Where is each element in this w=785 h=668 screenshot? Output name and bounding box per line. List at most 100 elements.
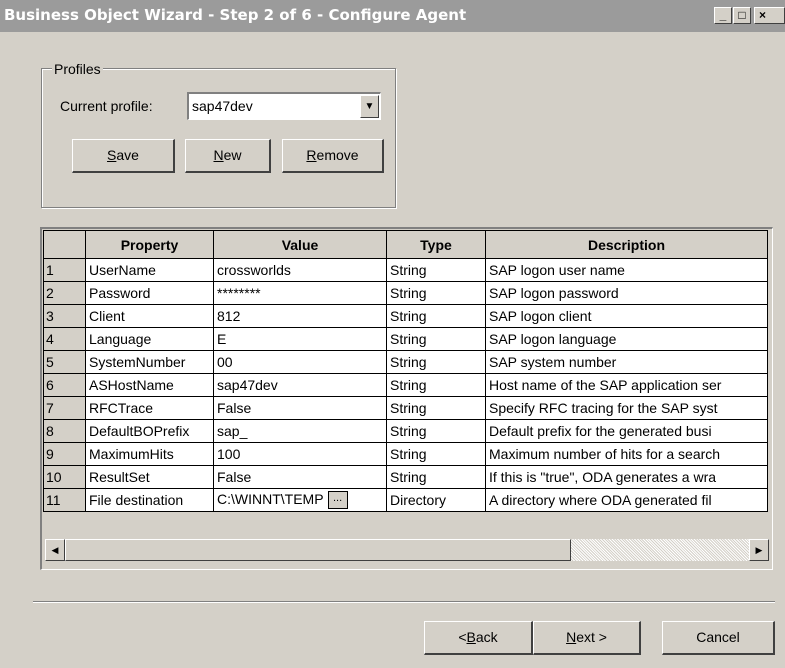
property-cell[interactable]: RFCTrace [85, 396, 214, 420]
next-button[interactable]: Next > [533, 621, 641, 655]
value-cell[interactable]: ******** [213, 281, 387, 305]
type-cell: String [386, 281, 486, 305]
close-button[interactable]: × [754, 7, 785, 24]
description-column-header[interactable]: Description [485, 230, 768, 259]
value-cell[interactable]: False [213, 465, 387, 489]
row-number: 4 [43, 327, 86, 351]
table-row[interactable]: 8 DefaultBOPrefix sap_ String Default pr… [43, 419, 768, 443]
cancel-button[interactable]: Cancel [662, 621, 775, 655]
row-number: 2 [43, 281, 86, 305]
maximize-icon: □ [738, 8, 746, 22]
footer-separator [33, 601, 775, 603]
profiles-group-label: Profiles [52, 61, 103, 77]
type-cell: String [386, 442, 486, 466]
property-cell[interactable]: DefaultBOPrefix [85, 419, 214, 443]
wizard-window: Business Object Wizard - Step 2 of 6 - C… [0, 0, 785, 668]
property-cell[interactable]: SystemNumber [85, 350, 214, 374]
profiles-group [41, 68, 396, 208]
row-number: 7 [43, 396, 86, 420]
type-cell: String [386, 465, 486, 489]
property-cell[interactable]: Password [85, 281, 214, 305]
type-cell: String [386, 327, 486, 351]
row-number: 10 [43, 465, 86, 489]
description-cell: Host name of the SAP application ser [485, 373, 768, 397]
value-cell[interactable]: crossworlds [213, 258, 387, 282]
value-cell[interactable]: E [213, 327, 387, 351]
value-cell[interactable]: False [213, 396, 387, 420]
type-cell: String [386, 419, 486, 443]
type-cell: String [386, 396, 486, 420]
description-cell: SAP logon language [485, 327, 768, 351]
table-row[interactable]: 10 ResultSet False String If this is "tr… [43, 465, 768, 489]
description-cell: SAP system number [485, 350, 768, 374]
type-cell: String [386, 350, 486, 374]
title-bar: Business Object Wizard - Step 2 of 6 - C… [0, 0, 785, 32]
browse-ellipsis-button[interactable]: ... [327, 491, 348, 510]
description-cell: SAP logon user name [485, 258, 768, 282]
property-cell[interactable]: File destination [85, 488, 214, 512]
type-cell: String [386, 258, 486, 282]
close-icon: × [759, 8, 767, 22]
table-row[interactable]: 4 Language E String SAP logon language [43, 327, 768, 351]
description-cell: SAP logon client [485, 304, 768, 328]
description-cell: A directory where ODA generated fil [485, 488, 768, 512]
type-cell: String [386, 304, 486, 328]
description-cell: Specify RFC tracing for the SAP syst [485, 396, 768, 420]
dropdown-arrow-icon[interactable]: ▼ [360, 95, 379, 118]
row-number: 5 [43, 350, 86, 374]
description-cell: SAP logon password [485, 281, 768, 305]
property-cell[interactable]: MaximumHits [85, 442, 214, 466]
property-table: Property Value Type Description 1 UserNa… [43, 230, 768, 512]
table-row[interactable]: 9 MaximumHits 100 String Maximum number … [43, 442, 768, 466]
minimize-icon: _ [719, 8, 727, 22]
description-cell: If this is "true", ODA generates a wra [485, 465, 768, 489]
new-button[interactable]: New [185, 139, 271, 173]
value-cell[interactable]: 100 [213, 442, 387, 466]
description-cell: Maximum number of hits for a search [485, 442, 768, 466]
value-cell[interactable]: 00 [213, 350, 387, 374]
scroll-track[interactable] [571, 539, 749, 561]
maximize-button[interactable]: □ [733, 7, 751, 24]
property-cell[interactable]: ASHostName [85, 373, 214, 397]
corner-header [43, 230, 86, 259]
property-cell[interactable]: Language [85, 327, 214, 351]
property-cell[interactable]: Client [85, 304, 214, 328]
remove-button[interactable]: Remove [282, 139, 384, 173]
save-button[interactable]: Save [72, 139, 175, 173]
row-number: 8 [43, 419, 86, 443]
window-title: Business Object Wizard - Step 2 of 6 - C… [4, 6, 467, 24]
type-column-header[interactable]: Type [386, 230, 486, 259]
scroll-right-icon[interactable]: ▶ [749, 539, 769, 561]
table-row[interactable]: 1 UserName crossworlds String SAP logon … [43, 258, 768, 282]
table-row[interactable]: 3 Client 812 String SAP logon client [43, 304, 768, 328]
property-grid: Property Value Type Description 1 UserNa… [40, 227, 773, 570]
table-row[interactable]: 7 RFCTrace False String Specify RFC trac… [43, 396, 768, 420]
table-row[interactable]: 11 File destination C:\WINNT\TEMP... Dir… [43, 488, 768, 512]
table-row[interactable]: 2 Password ******** String SAP logon pas… [43, 281, 768, 305]
value-cell[interactable]: sap_ [213, 419, 387, 443]
table-row[interactable]: 6 ASHostName sap47dev String Host name o… [43, 373, 768, 397]
horizontal-scrollbar[interactable]: ◀ ▶ [45, 539, 769, 561]
back-button[interactable]: < Back [424, 621, 533, 655]
value-cell[interactable]: sap47dev [213, 373, 387, 397]
type-cell: Directory [386, 488, 486, 512]
row-number: 9 [43, 442, 86, 466]
minimize-button[interactable]: _ [714, 7, 732, 24]
current-profile-dropdown[interactable]: sap47dev ▼ [187, 92, 381, 120]
row-number: 6 [43, 373, 86, 397]
type-cell: String [386, 373, 486, 397]
property-column-header[interactable]: Property [85, 230, 214, 259]
scroll-thumb[interactable] [65, 539, 571, 561]
current-profile-label: Current profile: [60, 98, 153, 114]
scroll-left-icon[interactable]: ◀ [45, 539, 65, 561]
property-cell[interactable]: UserName [85, 258, 214, 282]
row-number: 11 [43, 488, 86, 512]
value-cell[interactable]: C:\WINNT\TEMP... [213, 488, 387, 512]
row-number: 3 [43, 304, 86, 328]
value-column-header[interactable]: Value [213, 230, 387, 259]
property-cell[interactable]: ResultSet [85, 465, 214, 489]
current-profile-value: sap47dev [192, 98, 253, 114]
row-number: 1 [43, 258, 86, 282]
table-row[interactable]: 5 SystemNumber 00 String SAP system numb… [43, 350, 768, 374]
value-cell[interactable]: 812 [213, 304, 387, 328]
